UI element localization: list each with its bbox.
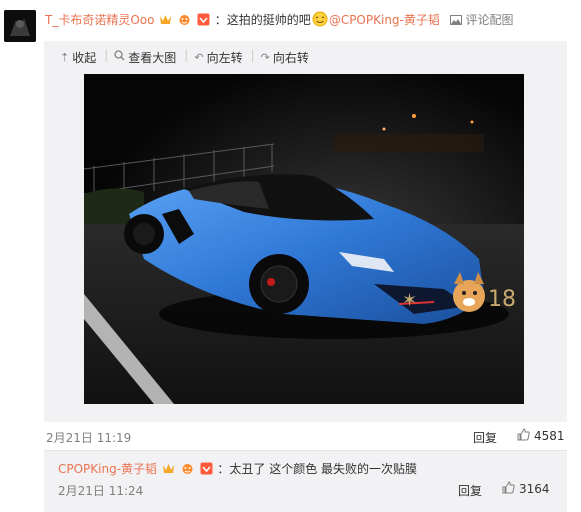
subreply-text: 太丑了 这个颜色 最失败的一次贴膜 — [229, 462, 418, 476]
thumb-up-icon — [517, 428, 530, 444]
comment-meta: 2月21日 11:19 回复 4581 — [46, 428, 566, 446]
view-large-button[interactable]: 查看大图 — [114, 48, 176, 66]
rotate-right-icon: ↷ — [260, 50, 270, 64]
smile-emoji — [312, 11, 328, 27]
subreply-username[interactable]: CPOPKing-黄子韬 — [58, 462, 157, 476]
image-toolbar: ⇡ 收起 | 查看大图 | ↶ 向左转 | ↷ 向右转 — [60, 48, 319, 66]
svg-text:✶: ✶ — [402, 290, 417, 311]
collapse-label: 收起 — [72, 50, 97, 65]
rotate-left-label: 向左转 — [206, 50, 243, 65]
comment-text: 这拍的挺帅的吧 — [226, 13, 311, 27]
vip-icon[interactable] — [181, 462, 194, 475]
collapse-button[interactable]: ⇡ 收起 — [60, 48, 96, 66]
vip-icon[interactable] — [178, 13, 191, 26]
reply-button[interactable]: 回复 — [473, 429, 497, 446]
search-icon — [114, 50, 125, 64]
image-icon — [449, 13, 462, 31]
like-count: 4581 — [534, 429, 565, 443]
comment-image-link[interactable]: 评论配图 — [449, 13, 514, 27]
like-button[interactable]: 4581 — [517, 428, 565, 444]
subreply-reply-button[interactable]: 回复 — [458, 482, 482, 499]
collapse-icon: ⇡ — [60, 50, 70, 64]
comment-time: 2月21日 11:19 — [46, 431, 132, 445]
rotate-right-button[interactable]: ↷ 向右转 — [261, 48, 309, 66]
rotate-left-icon: ↶ — [194, 50, 204, 64]
avatar[interactable] — [4, 10, 36, 42]
svg-text:18: 18 — [488, 287, 516, 312]
comment-line: T_卡布奇诺精灵Ooo ：这拍的挺帅的吧 @CPOPKing-黄子韬 评论配图 — [45, 11, 514, 31]
rotate-right-label: 向右转 — [272, 50, 309, 65]
subreply-separator: ： — [217, 462, 230, 476]
toolbar-divider: | — [104, 48, 109, 62]
comment-photo[interactable]: 18 ✶ — [84, 74, 524, 404]
subreply-time: 2月21日 11:24 — [58, 484, 144, 498]
subreply-like-button[interactable]: 3164 — [502, 481, 550, 497]
thumb-up-icon — [502, 481, 515, 497]
toolbar-divider: | — [250, 48, 255, 62]
comment-mention[interactable]: @CPOPKing-黄子韬 — [329, 13, 440, 27]
comment-image-label: 评论配图 — [465, 13, 514, 27]
crown-icon[interactable] — [162, 462, 175, 475]
subreply-line: CPOPKing-黄子韬 ：太丑了 这个颜色 最失败的一次贴膜 — [58, 460, 417, 478]
badge-icon[interactable] — [200, 462, 213, 475]
comment-separator: ： — [214, 13, 227, 27]
badge-icon[interactable] — [197, 13, 210, 26]
toolbar-divider: | — [184, 48, 189, 62]
view-large-label: 查看大图 — [128, 50, 177, 65]
subreply-like-count: 3164 — [519, 482, 550, 496]
rotate-left-button[interactable]: ↶ 向左转 — [194, 48, 242, 66]
crown-icon[interactable] — [159, 13, 172, 26]
comment-username[interactable]: T_卡布奇诺精灵Ooo — [45, 13, 154, 27]
